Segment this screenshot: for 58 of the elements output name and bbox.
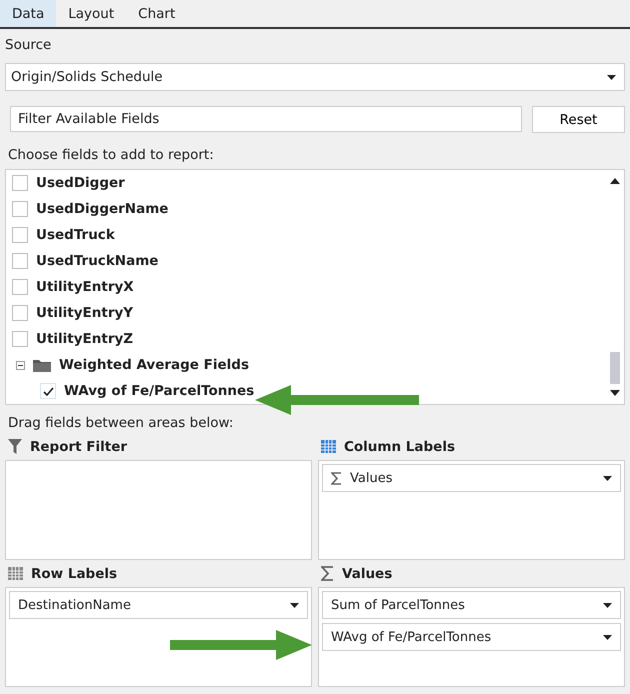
folder-icon: [33, 358, 51, 372]
field-name[interactable]: WAvg of Fe/ParcelTonnes: [64, 383, 254, 399]
checkbox[interactable]: [12, 201, 28, 217]
fields-label: Choose fields to add to report:: [8, 147, 215, 163]
collapse-icon[interactable]: [16, 360, 25, 370]
reset-button[interactable]: Reset: [532, 106, 625, 133]
field-name[interactable]: UsedTruck: [36, 227, 115, 243]
checkbox[interactable]: [12, 279, 28, 295]
checkbox[interactable]: [12, 175, 28, 191]
checkbox[interactable]: [12, 227, 28, 243]
field-pill[interactable]: WAvg of Fe/ParcelTonnes: [322, 623, 621, 651]
drop-area[interactable]: [5, 460, 312, 560]
drop-area[interactable]: Values: [318, 460, 625, 560]
drop-area[interactable]: Sum of ParcelTonnes WAvg of Fe/ParcelTonnes: [318, 587, 625, 687]
area-title: Values: [342, 566, 392, 582]
pill-label: Values: [350, 470, 394, 486]
filter-field[interactable]: Filter Available Fields: [10, 106, 522, 132]
drop-area[interactable]: DestinationName: [5, 587, 312, 687]
field-pill[interactable]: Values: [322, 464, 621, 492]
pill-label: Sum of ParcelTonnes: [331, 598, 466, 612]
filter-icon: [8, 439, 22, 454]
grid-icon: [8, 567, 23, 580]
field-name[interactable]: UsedDigger: [36, 175, 125, 191]
scroll-thumb[interactable]: [610, 352, 620, 384]
grid-icon: [321, 440, 336, 453]
field-name[interactable]: UtilityEntryX: [36, 279, 134, 295]
scroll-down-icon[interactable]: [610, 390, 620, 396]
checkbox[interactable]: [12, 253, 28, 269]
area-title: Column Labels: [344, 438, 455, 454]
checkbox[interactable]: [12, 305, 28, 321]
field-name[interactable]: UtilityEntryY: [36, 305, 134, 321]
field-name[interactable]: UtilityEntryZ: [36, 331, 134, 347]
pill-label: WAvg of Fe/ParcelTonnes: [331, 630, 492, 644]
caret-icon: [603, 602, 612, 608]
caret-icon: [603, 476, 612, 480]
tab[interactable]: Layout: [56, 0, 126, 27]
area-title: Report Filter: [30, 438, 128, 454]
folder-name[interactable]: Weighted Average Fields: [59, 357, 249, 373]
field-name[interactable]: UsedTruckName: [36, 253, 158, 269]
scroll-up-icon[interactable]: [610, 178, 620, 184]
caret-icon: [607, 74, 616, 80]
checkbox[interactable]: [40, 383, 56, 399]
source-dropdown[interactable]: Origin/Solids Schedule: [5, 63, 625, 91]
sigma-icon: [321, 566, 334, 581]
checkbox[interactable]: [12, 331, 28, 347]
caret-icon: [603, 634, 612, 640]
field-pill[interactable]: Sum of ParcelTonnes: [322, 591, 621, 619]
pill-label: DestinationName: [18, 598, 132, 612]
tab[interactable]: Data: [0, 0, 56, 27]
source-label: Source: [5, 37, 52, 53]
areas-label: Drag fields between areas below:: [8, 415, 234, 431]
field-name[interactable]: UsedDiggerName: [36, 201, 168, 217]
caret-icon: [290, 602, 299, 608]
sigma-icon: [331, 472, 342, 484]
tab[interactable]: Chart: [126, 0, 188, 27]
field-pill[interactable]: DestinationName: [9, 591, 308, 619]
check-icon: [42, 386, 54, 396]
area-title: Row Labels: [31, 566, 118, 582]
